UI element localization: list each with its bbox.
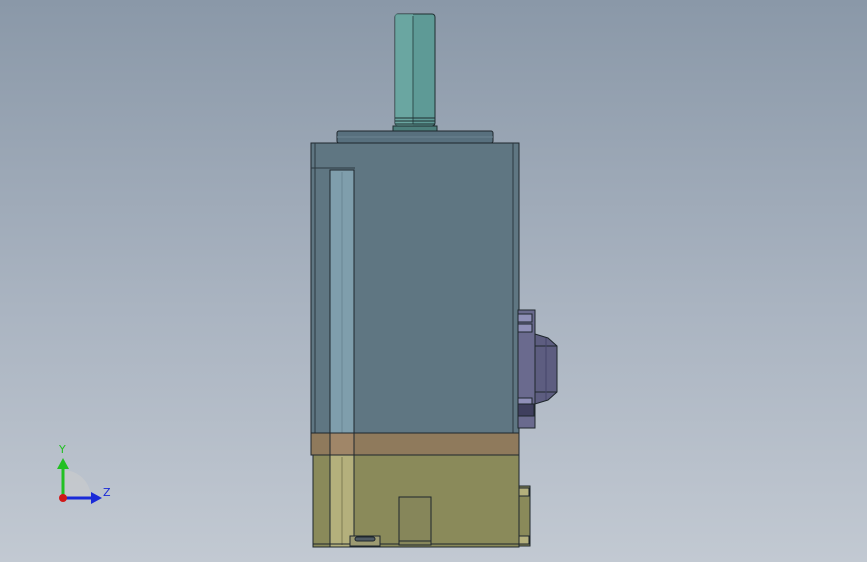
y-axis-label: Y: [59, 443, 66, 456]
side-rail[interactable]: [329, 169, 355, 434]
shaft-flange[interactable]: [336, 130, 494, 144]
orientation-triad: [57, 458, 102, 504]
base-slot[interactable]: [398, 496, 432, 546]
z-axis-label: Z: [103, 486, 111, 499]
motor-model[interactable]: [0, 0, 867, 562]
brown-band[interactable]: [310, 432, 520, 456]
motor-shaft[interactable]: [392, 13, 438, 132]
base-clip[interactable]: [349, 535, 381, 547]
side-connector[interactable]: [517, 309, 558, 429]
triad-plane-arc: [63, 470, 91, 498]
side-terminal[interactable]: [518, 485, 531, 547]
3d-viewport[interactable]: Y Z: [0, 0, 867, 562]
triad-origin: [59, 494, 67, 502]
